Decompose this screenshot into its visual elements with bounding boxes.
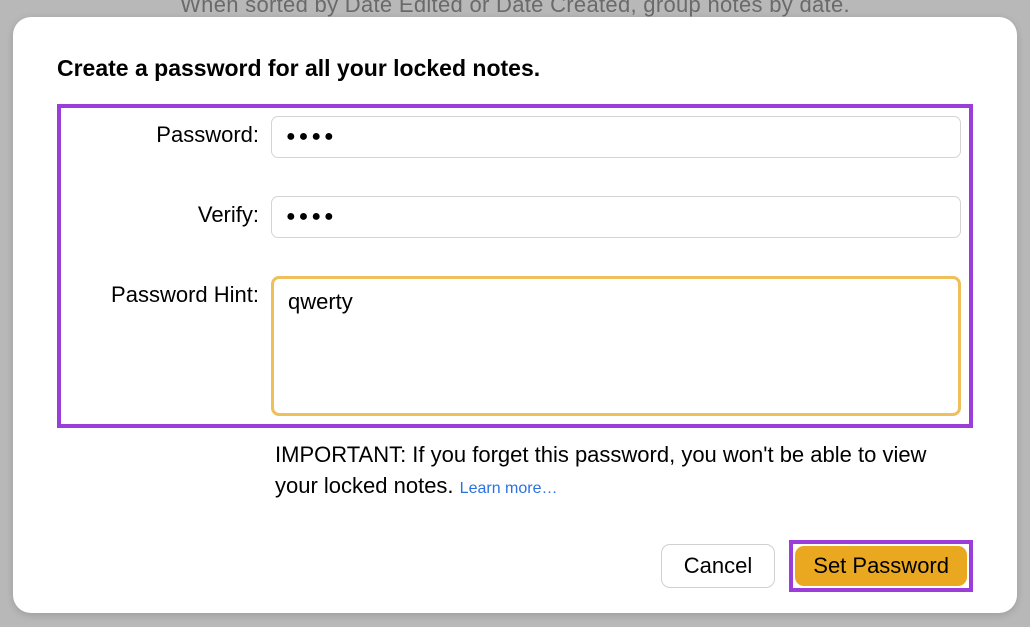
password-input[interactable]: ●●●●: [271, 116, 961, 158]
learn-more-link[interactable]: Learn more…: [460, 480, 558, 497]
set-password-highlight-annotation: Set Password: [789, 540, 973, 592]
button-row: Cancel Set Password: [57, 540, 973, 592]
hint-label: Password Hint:: [69, 276, 271, 308]
cancel-button[interactable]: Cancel: [661, 544, 775, 588]
background-hint-text: When sorted by Date Edited or Date Creat…: [0, 0, 1030, 18]
set-password-button[interactable]: Set Password: [795, 546, 967, 586]
password-row: Password: ●●●●: [69, 116, 961, 158]
password-label: Password:: [69, 116, 271, 148]
form-highlight-annotation: Password: ●●●● Verify: ●●●● Password Hin…: [57, 104, 973, 428]
verify-row: Verify: ●●●●: [69, 196, 961, 238]
verify-input[interactable]: ●●●●: [271, 196, 961, 238]
info-section: IMPORTANT: If you forget this password, …: [57, 440, 973, 502]
important-text: IMPORTANT: If you forget this password, …: [275, 442, 926, 498]
password-dialog: Create a password for all your locked no…: [13, 17, 1017, 613]
verify-label: Verify:: [69, 196, 271, 228]
hint-textarea[interactable]: [271, 276, 961, 416]
hint-row: Password Hint:: [69, 276, 961, 416]
dialog-title: Create a password for all your locked no…: [57, 55, 973, 82]
